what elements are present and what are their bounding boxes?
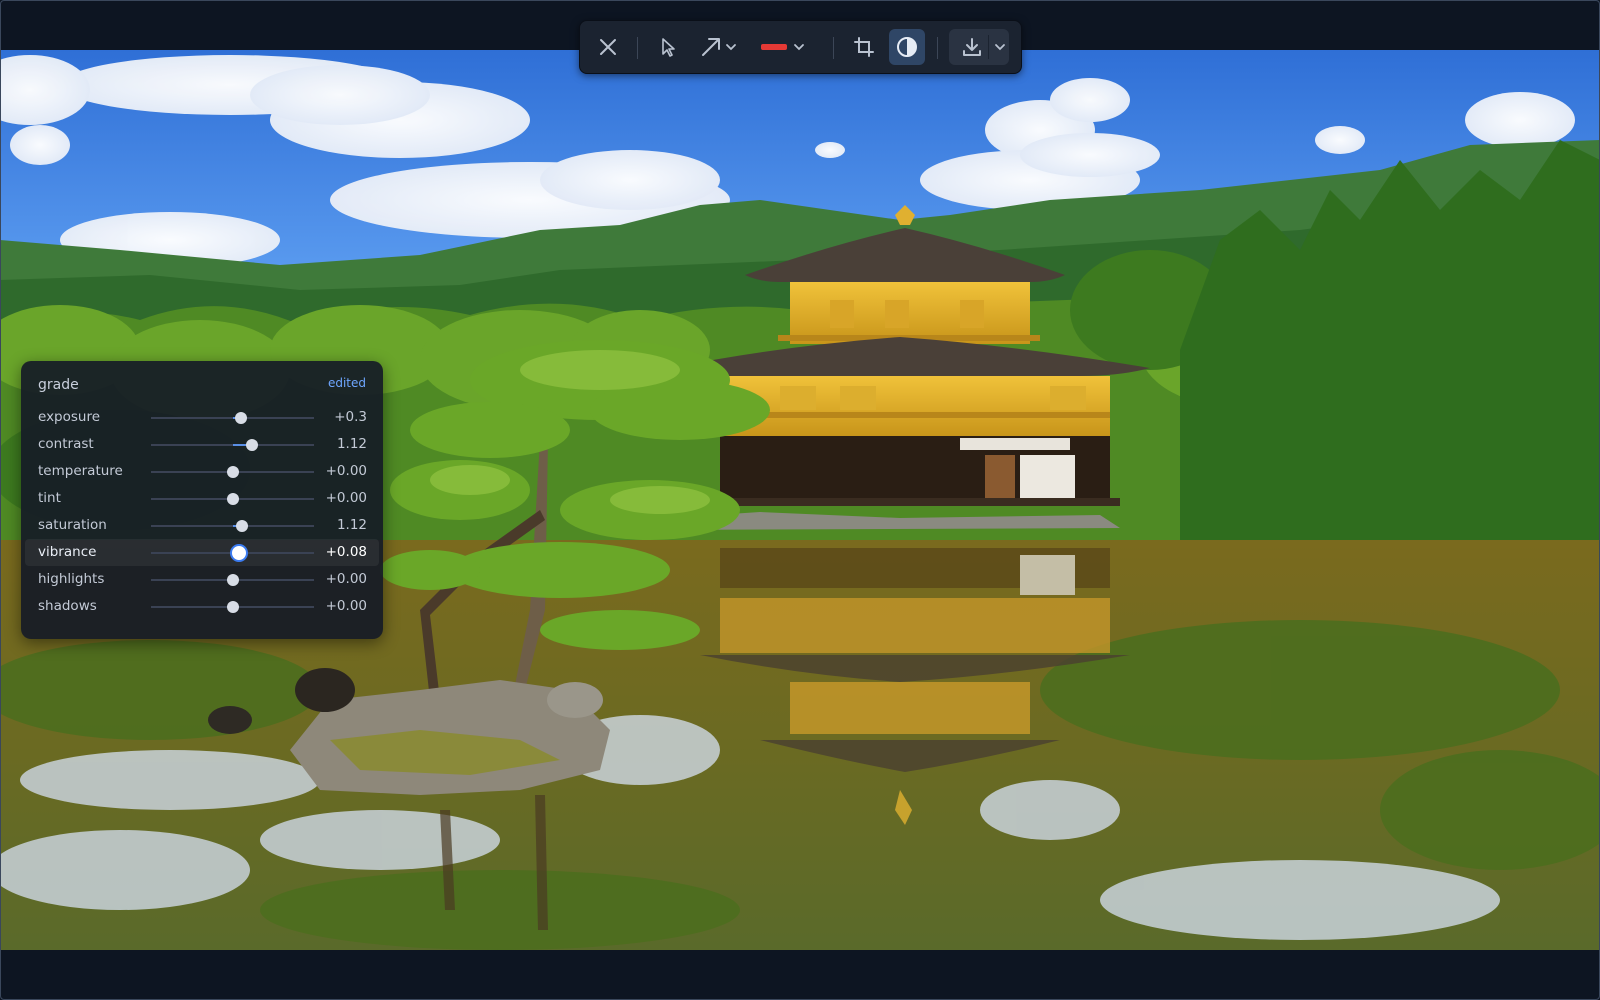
color-picker-button[interactable] <box>758 29 808 65</box>
grade-panel: grade edited exposure +0.3 contrast 1.12… <box>21 361 383 639</box>
shadows-label: shadows <box>38 598 97 614</box>
exposure-label: exposure <box>38 409 101 425</box>
exposure-value: +0.3 <box>334 409 367 425</box>
chevron-down-icon <box>794 44 804 51</box>
vibrance-label: vibrance <box>38 544 97 560</box>
highlights-slider-thumb[interactable] <box>226 574 239 586</box>
tint-label: tint <box>38 490 61 506</box>
exposure-slider[interactable] <box>151 412 314 424</box>
highlights-label: highlights <box>38 571 105 587</box>
close-button[interactable] <box>590 29 626 65</box>
grade-row-highlights: highlights +0.00 <box>21 566 383 593</box>
contrast-slider-thumb[interactable] <box>246 439 259 451</box>
tint-slider[interactable] <box>151 493 314 505</box>
grade-panel-title: grade <box>38 377 79 393</box>
shadows-slider-thumb[interactable] <box>226 601 239 613</box>
tint-value: +0.00 <box>325 490 367 506</box>
highlights-value: +0.00 <box>325 571 367 587</box>
color-swatch <box>761 44 787 50</box>
crop-tool-button[interactable] <box>846 29 882 65</box>
chevron-down-icon <box>995 44 1005 51</box>
contrast-icon <box>897 37 917 57</box>
saturation-label: saturation <box>38 517 107 533</box>
saturation-slider-thumb[interactable] <box>236 520 249 532</box>
grade-row-temperature: temperature +0.00 <box>21 458 383 485</box>
vibrance-slider-thumb[interactable] <box>230 544 249 562</box>
grade-row-contrast: contrast 1.12 <box>21 431 383 458</box>
saturation-value: 1.12 <box>336 517 367 533</box>
download-icon <box>963 38 981 56</box>
crop-icon <box>854 37 874 57</box>
close-icon <box>600 39 616 55</box>
arrow-options-dropdown[interactable] <box>721 29 741 65</box>
grade-row-saturation: saturation 1.12 <box>21 512 383 539</box>
toolbar-separator <box>833 37 834 59</box>
select-tool-button[interactable] <box>650 29 686 65</box>
shadows-slider[interactable] <box>151 601 314 613</box>
chevron-down-icon <box>726 44 736 51</box>
cursor-icon <box>662 38 675 57</box>
exposure-slider-thumb[interactable] <box>234 412 247 424</box>
vibrance-slider[interactable] <box>151 544 314 562</box>
editor-toolbar <box>579 20 1022 74</box>
shadows-value: +0.00 <box>325 598 367 614</box>
saturation-slider[interactable] <box>151 520 314 532</box>
contrast-slider[interactable] <box>151 439 314 451</box>
grade-row-vibrance: vibrance +0.08 <box>25 539 379 566</box>
toolbar-separator <box>637 37 638 59</box>
arrow-icon <box>702 38 720 56</box>
highlights-slider[interactable] <box>151 574 314 586</box>
vibrance-value: +0.08 <box>325 544 367 560</box>
split-divider <box>988 35 989 59</box>
grade-tool-button[interactable] <box>889 29 925 65</box>
grade-row-exposure: exposure +0.3 <box>21 404 383 431</box>
grade-row-tint: tint +0.00 <box>21 485 383 512</box>
grade-row-shadows: shadows +0.00 <box>21 593 383 620</box>
contrast-label: contrast <box>38 436 94 452</box>
tint-slider-thumb[interactable] <box>226 493 239 505</box>
grade-status-badge: edited <box>327 376 366 390</box>
temperature-label: temperature <box>38 463 123 479</box>
toolbar-separator <box>937 37 938 59</box>
contrast-value: 1.12 <box>336 436 367 452</box>
export-options-dropdown[interactable] <box>990 29 1010 65</box>
temperature-slider[interactable] <box>151 466 314 478</box>
temperature-slider-thumb[interactable] <box>226 466 239 478</box>
temperature-value: +0.00 <box>325 463 367 479</box>
